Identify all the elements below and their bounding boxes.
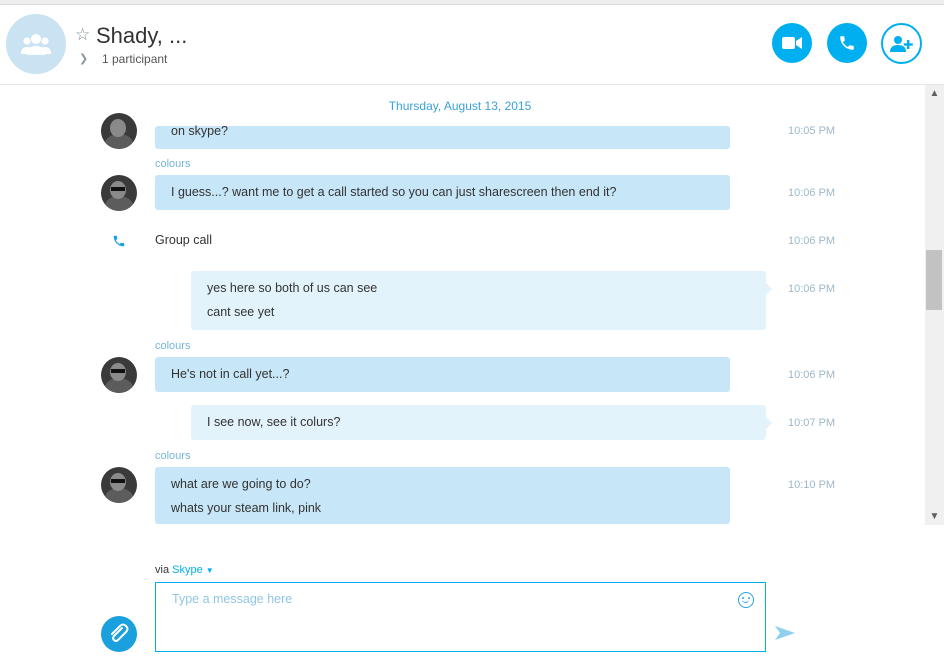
- message-time: 10:06 PM: [788, 283, 836, 295]
- chevron-right-icon[interactable]: ❯: [79, 52, 88, 65]
- add-participant-button[interactable]: [881, 23, 922, 64]
- attach-button[interactable]: [101, 616, 137, 652]
- video-call-button[interactable]: [772, 23, 812, 63]
- contact-avatar[interactable]: [101, 113, 137, 149]
- contact-avatar[interactable]: [101, 357, 137, 393]
- call-phone-icon: [113, 235, 125, 247]
- message-text: what are we going to do?: [171, 477, 311, 491]
- message-bubble: I guess...? want me to get a call starte…: [155, 175, 730, 210]
- send-via-selector[interactable]: via Skype ▼: [155, 564, 214, 576]
- message-text: I guess...? want me to get a call starte…: [171, 185, 617, 199]
- dropdown-caret-icon: ▼: [205, 566, 214, 575]
- audio-call-button[interactable]: [827, 23, 867, 63]
- sender-name: colours: [155, 450, 191, 462]
- sender-name: colours: [155, 340, 191, 352]
- header-divider: [0, 84, 925, 85]
- video-camera-icon: [782, 37, 802, 49]
- message-time: 10:10 PM: [788, 479, 836, 491]
- participant-count[interactable]: 1 participant: [102, 52, 167, 66]
- group-avatar[interactable]: [6, 14, 66, 74]
- via-service-dropdown[interactable]: Skype ▼: [172, 564, 214, 576]
- message-text: on skype?: [171, 124, 228, 138]
- sender-name: colours: [155, 158, 191, 170]
- paperclip-icon: [111, 623, 129, 642]
- scroll-down-arrow-icon[interactable]: ▼: [925, 510, 944, 524]
- message-bubble: on skype?: [155, 124, 730, 149]
- message-bubble: what are we going to do? whats your stea…: [155, 467, 730, 524]
- message-composer[interactable]: [155, 582, 766, 652]
- outgoing-message-bubble: I see now, see it colurs?: [191, 405, 772, 440]
- favorite-star-icon[interactable]: ☆: [75, 25, 90, 45]
- message-text: yes here so both of us can see: [207, 281, 378, 295]
- scrollbar-thumb[interactable]: [926, 250, 942, 310]
- message-time: 10:05 PM: [788, 125, 836, 137]
- via-label: via: [155, 564, 170, 576]
- message-time: 10:06 PM: [788, 369, 836, 381]
- date-separator: Thursday, August 13, 2015: [388, 99, 532, 113]
- call-event-text: Group call: [155, 233, 212, 247]
- contact-avatar[interactable]: [101, 175, 137, 211]
- outgoing-message-bubble: yes here so both of us can see cant see …: [191, 271, 772, 330]
- phone-icon: [840, 36, 854, 50]
- message-time: 10:06 PM: [788, 187, 836, 199]
- conversation-header: ☆ Shady, ... ❯ 1 participant: [0, 5, 944, 85]
- message-text: cant see yet: [207, 305, 275, 319]
- message-text: He's not in call yet...?: [171, 367, 290, 381]
- message-text: whats your steam link, pink: [171, 501, 322, 515]
- emoticon-icon[interactable]: [738, 592, 754, 608]
- message-time: 10:06 PM: [788, 235, 836, 247]
- send-icon[interactable]: [775, 626, 795, 640]
- message-input[interactable]: [170, 591, 714, 607]
- contact-avatar[interactable]: [101, 467, 137, 503]
- group-icon: [21, 34, 51, 55]
- scroll-up-arrow-icon[interactable]: ▲: [925, 87, 944, 101]
- add-person-icon: [889, 35, 913, 52]
- message-time: 10:07 PM: [788, 417, 836, 429]
- message-bubble: He's not in call yet...?: [155, 357, 730, 392]
- conversation-title[interactable]: Shady, ...: [96, 23, 187, 49]
- message-text: I see now, see it colurs?: [207, 415, 341, 429]
